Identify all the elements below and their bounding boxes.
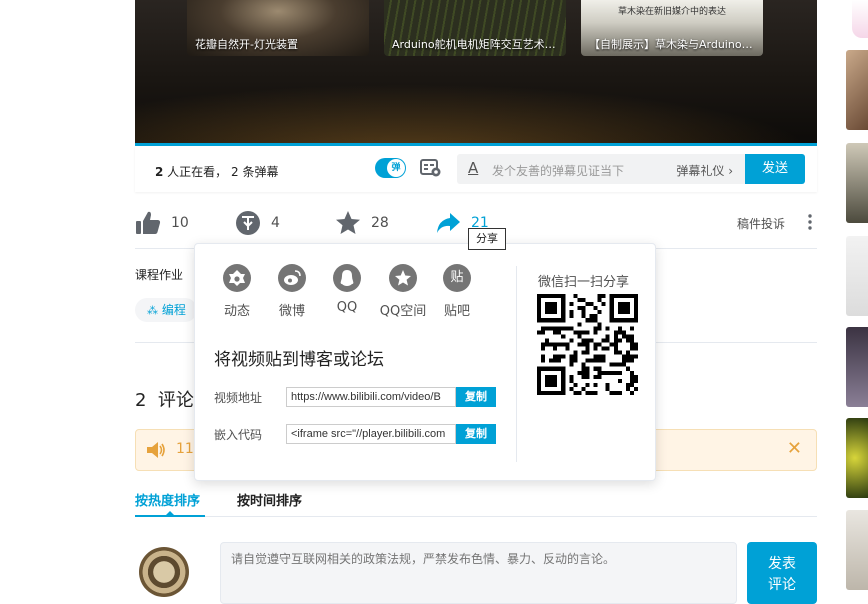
video-url-label: 视频地址 [214,391,263,405]
qq-icon [333,264,361,292]
comment-input[interactable]: 请自觉遵守互联网相关的政策法规，严禁发布色情、暴力、反动的言论。 [220,542,737,604]
wechat-qr-code [537,294,638,395]
divider [516,266,517,462]
sidebar-video-thumb[interactable] [846,50,868,130]
sidebar-video-thumb[interactable] [846,510,868,590]
copy-embed-button[interactable]: 复制 [456,424,496,444]
related-video-3-title-art: 草木染在新旧媒介中的表达 [617,7,726,17]
share-popup: 动态 微博 QQ QQ空间 贴 贴吧 将视频贴到博客或论坛 视频地址 https… [194,243,656,481]
danmaku-etiquette-link[interactable]: 弹幕礼仪 › [676,162,733,179]
comment-placeholder: 请自觉遵守互联网相关的政策法规，严禁发布色情、暴力、反动的言论。 [231,552,616,566]
speaker-icon [147,442,165,458]
star-icon [336,211,360,234]
related-video-1[interactable]: 花瓣自然开-灯光装置 [187,0,369,56]
report-link[interactable]: 稿件投诉 [737,215,785,232]
share-arrow-icon [437,213,460,233]
favorite-count: 28 [371,215,389,231]
share-qq[interactable]: QQ [317,264,377,315]
viewer-count: 2 人正在看， 2 条弹幕 [155,163,278,180]
danmaku-send-button[interactable]: 发送 [745,154,805,184]
coin-button[interactable]: 4 [235,208,280,238]
like-button[interactable]: 10 [135,208,189,238]
viewer-text: 人正在看， [163,165,228,179]
comment-title: 2 评论 [135,386,194,412]
related-video-caption: 【自制展示】草木染与Arduino物... [589,38,757,51]
coin-icon [236,211,260,235]
coin-count: 4 [271,215,280,231]
tieba-icon: 贴 [443,264,471,292]
share-tieba[interactable]: 贴 贴吧 [427,264,487,319]
danmaku-placeholder: 发个友善的弹幕见证当下 [492,164,625,178]
share-tieba-label: 贴吧 [443,304,470,319]
avatar[interactable] [139,547,189,597]
danmaku-toggle[interactable]: 弹 [375,158,406,178]
comment-count: 2 [135,390,147,411]
sidebar-video-thumb[interactable] [846,327,868,407]
related-video-2[interactable]: Arduino舵机电机矩阵交互艺术强... [384,0,566,56]
weibo-icon [278,264,306,292]
dynamic-icon [223,264,251,292]
danmaku-bar: 2 人正在看， 2 条弹幕 弹 A 发个友善的弹幕见证当下 弹幕礼仪 › 发送 [135,146,817,192]
sidebar-video-thumb[interactable] [846,236,868,316]
sort-by-hot[interactable]: 按热度排序 [135,490,200,509]
danmaku-style-icon[interactable]: A [468,159,478,177]
tag-edit-button[interactable]: ⁂ 编程 [135,298,197,322]
video-url-field[interactable]: https://www.bilibili.com/video/B [286,387,456,407]
thumb-up-icon [136,211,161,234]
close-icon[interactable]: ✕ [787,438,802,459]
share-dynamic-label: 动态 [223,304,250,319]
share-tooltip: 分享 [468,228,506,250]
share-weibo-label: 微博 [278,304,305,319]
danmaku-input[interactable]: A 发个友善的弹幕见证当下 弹幕礼仪 › [457,154,745,184]
video-player[interactable]: 花瓣自然开-灯光装置 Arduino舵机电机矩阵交互艺术强... 草木染在新旧媒… [135,0,817,144]
share-dynamic[interactable]: 动态 [207,264,267,319]
share-weibo[interactable]: 微博 [262,264,322,319]
embed-code-label: 嵌入代码 [214,428,263,442]
more-options-icon[interactable] [807,213,813,231]
post-comment-button[interactable]: 发表 评论 [747,542,817,604]
related-video-caption: 花瓣自然开-灯光装置 [195,38,298,51]
sidebar-video-thumb[interactable] [846,143,868,223]
divider [135,516,817,517]
related-video-3[interactable]: 草木染在新旧媒介中的表达 【自制展示】草木染与Arduino物... [581,0,763,56]
danmaku-settings-icon[interactable] [420,158,442,178]
sidebar-decoration [852,0,868,38]
share-qzone-label: QQ空间 [379,304,427,319]
favorite-button[interactable]: 28 [335,208,389,238]
share-qzone[interactable]: QQ空间 [373,264,433,319]
danmaku-count: 2 条弹幕 [231,165,279,179]
wechat-share-title: 微信扫一扫分享 [538,275,630,290]
comment-title-label: 评论 [157,390,194,411]
post-comment-label-1: 发表 [768,556,796,572]
tag-group-icon: ⁂ [147,304,158,317]
tag-section-label: 课程作业 [135,268,184,282]
embed-title: 将视频贴到博客或论坛 [214,350,384,370]
copy-url-button[interactable]: 复制 [456,387,496,407]
embed-code-field[interactable]: <iframe src="//player.bilibili.com [286,424,456,444]
like-count: 10 [171,215,189,231]
danmaku-toggle-label: 弹 [387,159,405,177]
tag-edit-label: 编程 [161,303,186,317]
sidebar-video-thumb[interactable] [846,418,868,498]
post-comment-label-2: 评论 [768,577,796,593]
sort-by-time[interactable]: 按时间排序 [237,490,302,509]
sort-active-caret [165,511,175,516]
related-video-caption: Arduino舵机电机矩阵交互艺术强... [392,38,560,51]
share-qq-label: QQ [336,300,358,315]
qzone-star-icon [389,264,417,292]
